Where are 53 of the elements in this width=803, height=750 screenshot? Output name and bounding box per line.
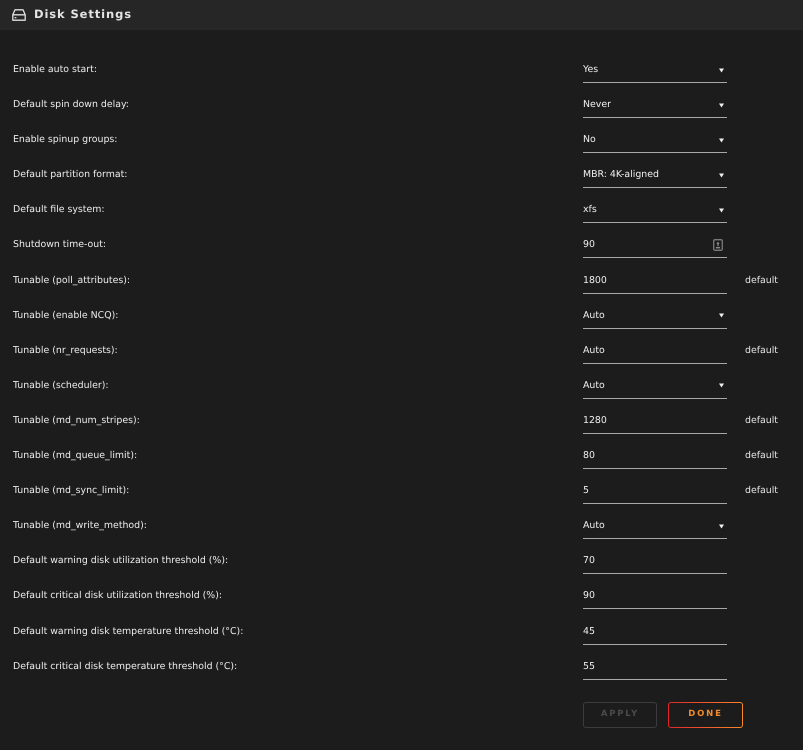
- setting-label: Shutdown time-out:: [13, 238, 108, 252]
- setting-label: Tunable (md_write_method):: [13, 519, 148, 534]
- dropdown-select[interactable]: No: [583, 133, 727, 154]
- input-field[interactable]: 55: [583, 660, 727, 680]
- setting-label: Tunable (nr_requests):: [13, 344, 119, 358]
- input-field[interactable]: 1800: [583, 274, 727, 294]
- hard-drive-icon: [12, 9, 26, 21]
- setting-label: Default partition format:: [13, 168, 128, 182]
- dropdown-select[interactable]: MBR: 4K-aligned: [583, 168, 727, 188]
- setting-label: Default warning disk temperature threshold (°C):: [13, 624, 244, 638]
- caret-icon: [719, 172, 724, 178]
- input-field[interactable]: Auto: [583, 344, 727, 364]
- done-button[interactable]: DONE: [668, 702, 743, 728]
- caret-icon: [719, 524, 724, 529]
- dropdown-select[interactable]: Never: [583, 98, 727, 118]
- caret-icon: [719, 208, 724, 213]
- dropdown-select[interactable]: Yes: [583, 63, 727, 83]
- setting-label: Enable spinup groups:: [13, 133, 118, 148]
- caret-icon: [719, 313, 724, 318]
- default-note: default: [745, 274, 778, 288]
- default-note: default: [745, 414, 778, 428]
- setting-label: Default critical disk utilization threshold (%):: [13, 589, 224, 604]
- default-note: default: [745, 449, 778, 464]
- setting-label: Default warning disk utilization threshold (%):: [13, 554, 230, 568]
- caret-icon: [719, 138, 724, 143]
- input-field[interactable]: 5: [583, 484, 727, 504]
- input-field[interactable]: 70: [583, 554, 727, 574]
- setting-label: Enable auto start:: [13, 63, 98, 77]
- number-field[interactable]: 90: [583, 238, 727, 258]
- dropdown-select[interactable]: Auto: [583, 519, 727, 540]
- caret-icon: [719, 68, 724, 72]
- number-stepper-icon[interactable]: [713, 239, 723, 252]
- setting-label: Tunable (poll_attributes):: [13, 274, 132, 288]
- panel-title: Disk Settings: [34, 6, 132, 24]
- dropdown-select[interactable]: Auto: [583, 308, 727, 329]
- input-field[interactable]: 1280: [583, 414, 727, 434]
- dropdown-select[interactable]: xfs: [583, 203, 727, 224]
- default-note: default: [745, 344, 778, 358]
- input-field[interactable]: 45: [583, 624, 727, 644]
- setting-label: Tunable (scheduler):: [13, 378, 110, 393]
- setting-label: Tunable (md_num_stripes):: [13, 414, 141, 428]
- input-field[interactable]: 90: [583, 589, 727, 610]
- input-field[interactable]: 80: [583, 449, 727, 470]
- caret-icon: [719, 102, 724, 108]
- dropdown-select[interactable]: Auto: [583, 378, 727, 399]
- setting-label: Default file system:: [13, 203, 106, 218]
- default-note: default: [745, 484, 778, 498]
- setting-label: Tunable (enable NCQ):: [13, 308, 120, 323]
- setting-label: Tunable (md_sync_limit):: [13, 484, 130, 498]
- caret-icon: [719, 383, 724, 388]
- setting-label: Default critical disk temperature threshold (°C):: [13, 660, 238, 674]
- setting-label: Default spin down delay:: [13, 98, 130, 112]
- setting-label: Tunable (md_queue_limit):: [13, 449, 138, 464]
